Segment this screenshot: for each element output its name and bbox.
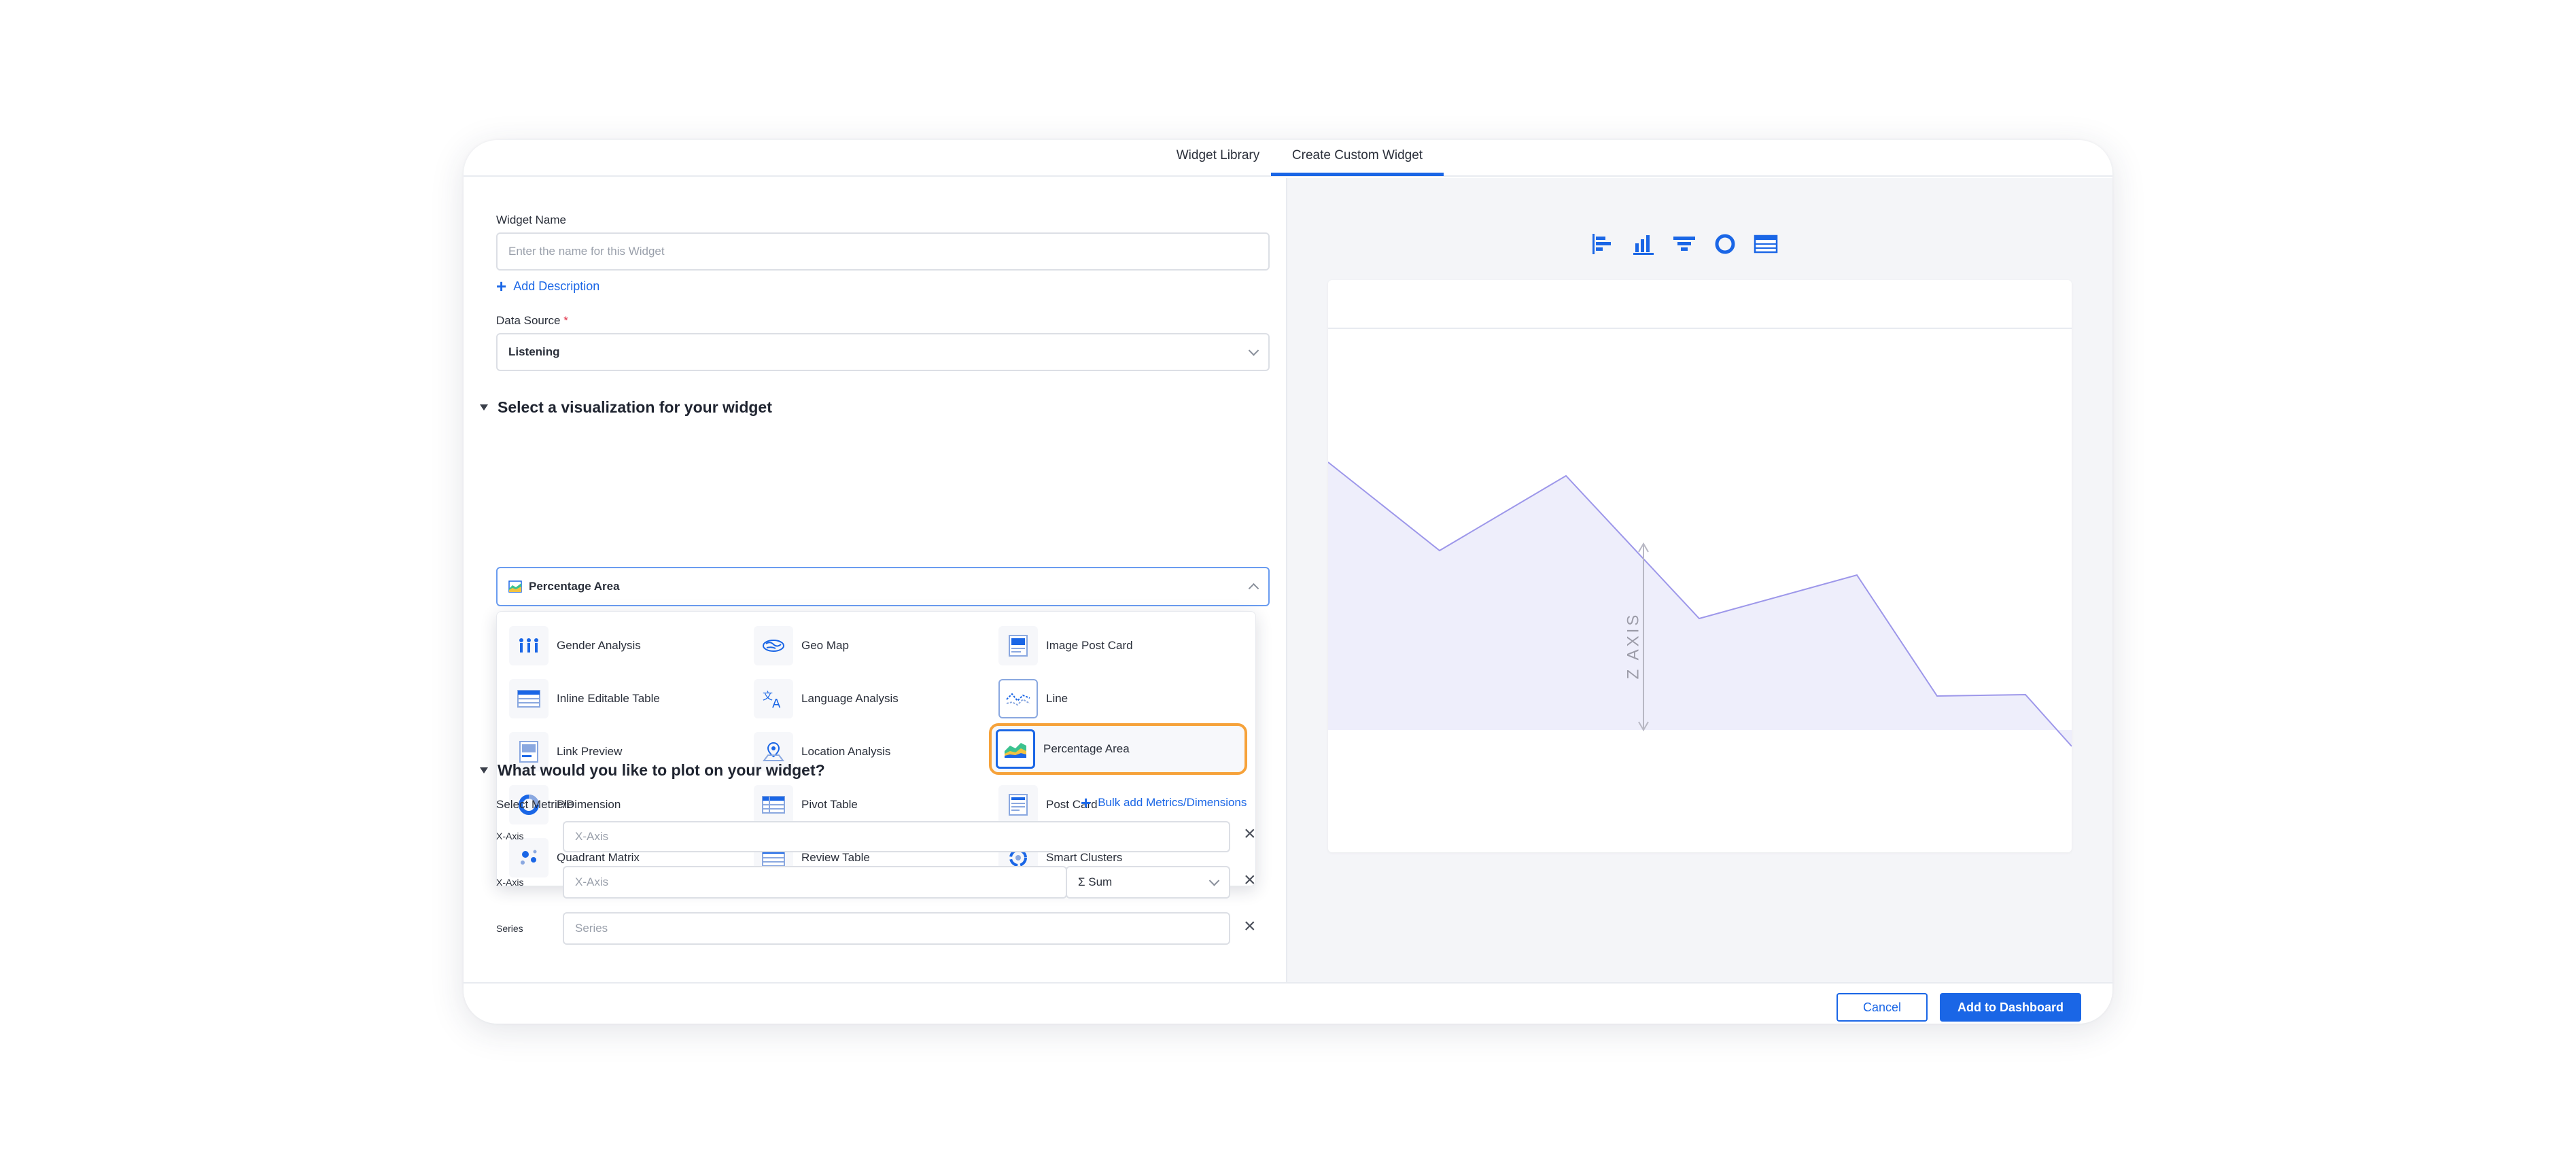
option-label: Language Analysis <box>801 692 899 705</box>
chevron-down-icon <box>1208 875 1220 886</box>
chart-type-toolbar <box>1590 231 1779 257</box>
svg-text:A: A <box>772 697 781 709</box>
widget-name-input[interactable]: Enter the name for this Widget <box>496 232 1270 271</box>
table-icon <box>509 679 549 718</box>
plus-icon: + <box>496 276 507 296</box>
visualization-section-header[interactable]: Select a visualization for your widget <box>480 398 772 417</box>
pivot-table-icon <box>754 785 793 824</box>
remove-row-close-icon[interactable]: × <box>1244 824 1256 844</box>
cancel-button[interactable]: Cancel <box>1837 993 1928 1022</box>
image-post-card-icon <box>998 626 1038 665</box>
table-icon[interactable] <box>1753 231 1779 257</box>
donut-icon[interactable] <box>1712 231 1738 257</box>
option-label: Image Post Card <box>1046 639 1133 652</box>
option-percentage-area[interactable]: Percentage Area <box>989 723 1247 775</box>
create-widget-dialog: Widget Library Create Custom Widget Widg… <box>464 140 2112 1024</box>
option-label: Pivot Table <box>801 798 858 811</box>
chevron-up-icon <box>1248 582 1259 594</box>
line-chart-icon <box>998 679 1038 718</box>
required-marker: * <box>563 314 568 327</box>
tab-widget-library[interactable]: Widget Library <box>1150 148 1286 163</box>
tab-bar: Widget Library Create Custom Widget <box>464 140 2112 177</box>
option-language-analysis[interactable]: 文A Language Analysis <box>754 676 998 722</box>
option-label: Link Preview <box>557 745 623 758</box>
option-geo-map[interactable]: Geo Map <box>754 623 998 669</box>
percentage-area-icon <box>508 580 522 593</box>
option-gender-analysis[interactable]: Gender Analysis <box>509 623 754 669</box>
option-line[interactable]: Line <box>998 676 1243 722</box>
y-axis-input[interactable]: X-Axis <box>563 866 1067 899</box>
svg-text:文: 文 <box>763 690 773 702</box>
option-label: Review Table <box>801 851 870 864</box>
tab-create-custom-widget[interactable]: Create Custom Widget <box>1271 148 1444 163</box>
horizontal-bar-icon[interactable] <box>1590 231 1616 257</box>
add-description-link[interactable]: + Add Description <box>496 277 599 295</box>
option-label: Gender Analysis <box>557 639 641 652</box>
data-source-label: Data Source * <box>496 314 568 328</box>
data-source-select[interactable]: Listening <box>496 333 1270 371</box>
add-description-label: Add Description <box>513 279 600 293</box>
option-label: Smart Clusters <box>1046 851 1123 864</box>
series-input[interactable]: Series <box>563 912 1230 945</box>
remove-row-close-icon[interactable]: × <box>1244 916 1256 937</box>
option-inline-editable-table[interactable]: Inline Editable Table <box>509 676 754 722</box>
visualization-section-title: Select a visualization for your widget <box>498 398 772 416</box>
preview-panel: Z AXIS <box>1286 178 2112 982</box>
option-label: Location Analysis <box>801 745 891 758</box>
plus-icon: + <box>1081 793 1092 813</box>
active-tab-indicator <box>1271 173 1444 176</box>
visualization-selected-value: Percentage Area <box>529 580 620 593</box>
plot-section-title: What would you like to plot on your widg… <box>498 761 825 779</box>
dialog-footer: Cancel Add to Dashboard <box>464 982 2112 1024</box>
post-card-icon <box>998 785 1038 824</box>
remove-row-close-icon[interactable]: × <box>1244 870 1256 890</box>
data-source-value: Listening <box>508 345 560 358</box>
preview-card: Z AXIS <box>1328 280 2072 852</box>
collapse-triangle-icon <box>480 767 488 773</box>
option-label: Quadrant Matrix <box>557 851 640 864</box>
bulk-add-link[interactable]: + Bulk add Metrics/Dimensions <box>1081 794 1247 812</box>
option-label: Geo Map <box>801 639 849 652</box>
language-icon: 文A <box>754 679 793 718</box>
option-image-post-card[interactable]: Image Post Card <box>998 623 1243 669</box>
aggregation-value: Σ Sum <box>1078 875 1113 888</box>
visualization-select[interactable]: Percentage Area <box>496 567 1270 606</box>
data-source-label-text: Data Source <box>496 314 561 327</box>
series-row-label: Series <box>496 923 523 934</box>
add-to-dashboard-button[interactable]: Add to Dashboard <box>1940 993 2081 1022</box>
percentage-area-preview <box>1328 462 2072 747</box>
y-axis-row-label: X-Axis <box>496 877 524 888</box>
area-fill <box>1328 462 2072 746</box>
widget-name-label: Widget Name <box>496 213 566 226</box>
bulk-add-label: Bulk add Metrics/Dimensions <box>1098 796 1247 809</box>
percentage-area-icon <box>996 729 1035 769</box>
plot-section-header[interactable]: What would you like to plot on your widg… <box>480 761 825 780</box>
x-axis-row-label: X-Axis <box>496 831 524 841</box>
geo-map-icon <box>754 626 793 665</box>
gender-analysis-icon <box>509 626 549 665</box>
chevron-down-icon <box>1248 345 1259 356</box>
funnel-icon[interactable] <box>1671 231 1697 257</box>
x-axis-input[interactable]: X-Axis <box>563 821 1230 852</box>
option-label: Percentage Area <box>1043 742 1130 755</box>
z-axis-label: Z AXIS <box>1624 612 1643 680</box>
column-chart-icon[interactable] <box>1631 231 1656 257</box>
option-label: Inline Editable Table <box>557 692 660 705</box>
option-label: Line <box>1046 692 1068 705</box>
collapse-triangle-icon <box>480 404 488 411</box>
metric-dimension-label: Select Metric/Dimension <box>496 798 621 811</box>
quadrant-matrix-icon <box>509 838 549 877</box>
aggregation-select[interactable]: Σ Sum <box>1066 866 1230 899</box>
configuration-panel: Widget Name Enter the name for this Widg… <box>464 178 1286 982</box>
